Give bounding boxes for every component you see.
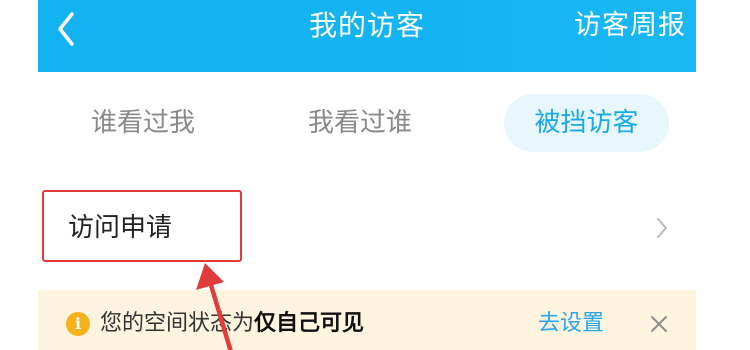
tab-who-i-viewed[interactable]: 我看过谁 <box>295 94 425 152</box>
visitor-screen: 我的访客 访客周报 谁看过我 我看过谁 被挡访客 访问申请 i 您的空间状态为仅… <box>38 0 696 350</box>
notice-status: 仅自己可见 <box>254 311 365 336</box>
chevron-right-icon <box>654 215 670 245</box>
notice-text: 您的空间状态为仅自己可见 <box>100 306 364 342</box>
app-header: 我的访客 访客周报 <box>38 0 696 72</box>
tab-blocked-visitors[interactable]: 被挡访客 <box>504 94 669 152</box>
weekly-report-button[interactable]: 访客周报 <box>574 0 686 52</box>
close-icon[interactable] <box>643 308 675 340</box>
highlight-box <box>42 190 242 262</box>
notice-prefix: 您的空间状态为 <box>100 311 255 336</box>
privacy-notice-bar: i 您的空间状态为仅自己可见 去设置 <box>38 290 696 350</box>
visitor-tabs: 谁看过我 我看过谁 被挡访客 <box>38 72 696 180</box>
tab-who-viewed-me[interactable]: 谁看过我 <box>78 94 208 152</box>
info-icon: i <box>66 312 90 336</box>
go-settings-link[interactable]: 去设置 <box>538 306 604 342</box>
